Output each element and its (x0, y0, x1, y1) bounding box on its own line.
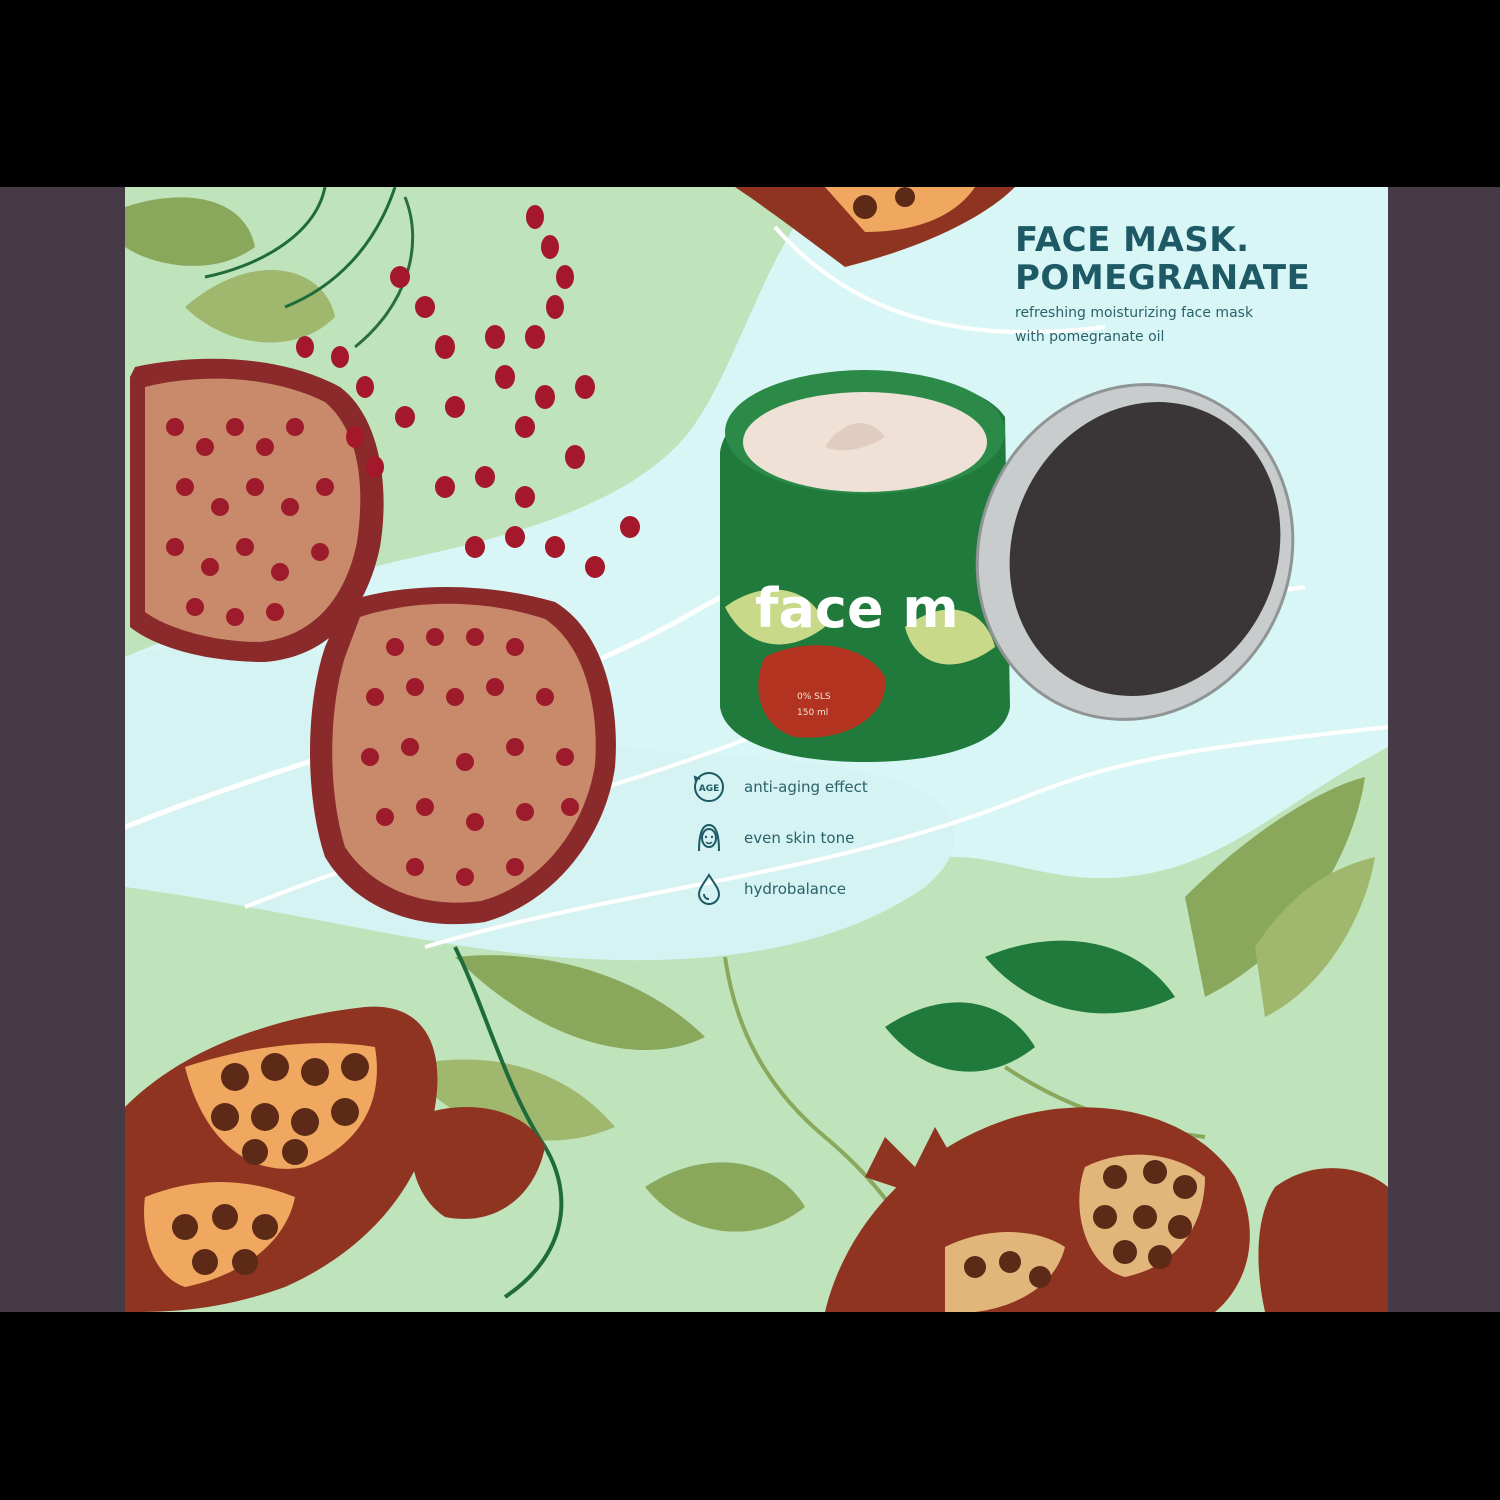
poster-illustration: face m 0% SLS 150 ml (125, 187, 1388, 1312)
age-icon: AGE (693, 772, 724, 802)
benefit-label: even skin tone (744, 829, 855, 847)
pomegranate-bottom-far-right (1258, 1168, 1388, 1312)
product-subtitle: refreshing moisturizing face mask with p… (1015, 301, 1253, 349)
benefit-hydrobalance: hydrobalance (692, 872, 992, 906)
seed-top-1 (853, 195, 877, 219)
jar-small-text-2: 150 ml (797, 708, 828, 718)
product-title-line-2: POMEGRANATE (1015, 258, 1311, 298)
jar-label: face m (755, 577, 959, 640)
benefit-label: anti-aging effect (744, 778, 868, 796)
product-poster: face m 0% SLS 150 ml FACE MASK. POMEGRAN… (125, 187, 1388, 1312)
benefit-even-skin-tone: even skin tone (692, 821, 992, 855)
product-title: FACE MASK. POMEGRANATE (1015, 221, 1310, 297)
water-drop-icon (697, 873, 721, 906)
benefit-label: hydrobalance (744, 880, 846, 898)
right-side-panel (1388, 187, 1500, 1312)
product-subtitle-line-1: refreshing moisturizing face mask (1015, 305, 1254, 321)
product-title-line-1: FACE MASK. (1015, 220, 1250, 260)
product-subtitle-line-2: with pomegranate oil (1015, 329, 1165, 345)
age-icon-text: AGE (699, 784, 720, 794)
seed-top-2 (895, 187, 915, 207)
pomegranate-half-left-inner (145, 378, 361, 642)
jar-small-text-1: 0% SLS (797, 692, 831, 702)
left-side-panel (0, 187, 125, 1312)
face-icon (698, 823, 720, 852)
benefit-anti-aging: AGE anti-aging effect (692, 770, 992, 804)
benefits-list: AGE anti-aging effect even skin tone hyd… (692, 770, 992, 923)
